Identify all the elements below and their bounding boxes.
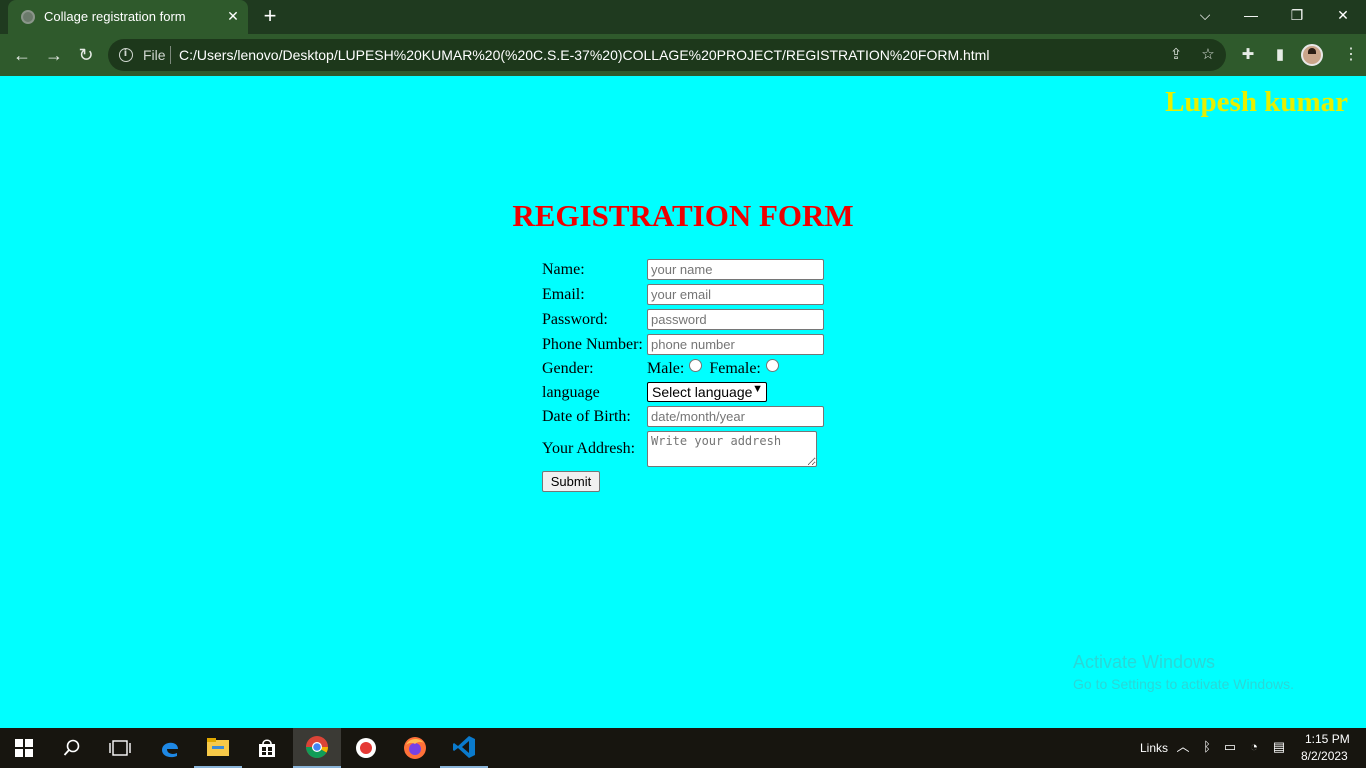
tab-title: Collage registration form — [44, 9, 186, 24]
minimize-button[interactable]: — — [1228, 0, 1274, 32]
edge-icon[interactable] — [146, 728, 194, 768]
male-radio[interactable] — [689, 359, 703, 372]
phone-label: Phone Number: — [542, 336, 643, 353]
gender-options: Male: Female: — [647, 359, 782, 378]
file-explorer-icon[interactable] — [194, 728, 242, 768]
wifi-icon[interactable]: ◔ — [1245, 738, 1263, 756]
browser-toolbar: ← → ↻ File C:/Users/lenovo/Desktop/LUPES… — [0, 34, 1366, 76]
address-label: Your Addresh: — [542, 440, 636, 457]
tab-search-chevron-icon[interactable]: ⌵ — [1182, 0, 1228, 32]
back-icon[interactable]: ← — [10, 43, 34, 67]
chevron-down-icon: ▼ — [752, 383, 763, 395]
tab-favicon-icon — [21, 10, 35, 24]
address-textarea[interactable] — [647, 431, 817, 467]
dob-label: Date of Birth: — [542, 408, 631, 425]
address-separator — [170, 46, 171, 64]
activate-windows-title: Activate Windows — [1073, 652, 1216, 672]
clock-time[interactable]: 1:15 PM — [1305, 732, 1350, 746]
forward-icon[interactable]: → — [42, 43, 66, 67]
chrome-icon[interactable] — [293, 728, 341, 768]
vscode-icon[interactable] — [440, 728, 488, 768]
info-icon[interactable] — [119, 48, 133, 62]
menu-icon[interactable]: ⋮ — [1343, 45, 1359, 65]
taskbar: Links ︿ ᛒ ▭ ◔ ▤ 1:15 PM 8/2/2023 — [0, 728, 1366, 768]
email-label: Email: — [542, 286, 585, 303]
clock-date[interactable]: 8/2/2023 — [1301, 749, 1348, 763]
name-label: Name: — [542, 261, 585, 278]
bluetooth-icon[interactable]: ᛒ — [1198, 738, 1216, 756]
page-content: Lupesh kumar REGISTRATION FORM Name: Ema… — [0, 76, 1366, 728]
language-select[interactable]: Select language ▼ — [647, 382, 767, 402]
email-input[interactable] — [647, 284, 824, 305]
profile-avatar[interactable] — [1301, 44, 1323, 66]
windows-start-icon[interactable] — [0, 728, 48, 768]
submit-button[interactable]: Submit — [542, 471, 600, 492]
extensions-icon[interactable]: ✚ — [1238, 45, 1258, 65]
share-icon[interactable]: ⇪ — [1166, 45, 1186, 65]
firefox-icon[interactable] — [391, 728, 439, 768]
tab-close-icon[interactable]: ✕ — [223, 6, 243, 26]
page-title: REGISTRATION FORM — [512, 198, 854, 233]
name-input[interactable] — [647, 259, 824, 280]
phone-input[interactable] — [647, 334, 824, 355]
male-label: Male: — [647, 360, 685, 377]
author-name: Lupesh kumar — [1165, 86, 1348, 118]
dob-input[interactable] — [647, 406, 824, 427]
reload-icon[interactable]: ↻ — [74, 43, 98, 67]
links-toolbar[interactable]: Links — [1140, 741, 1168, 755]
password-input[interactable] — [647, 309, 824, 330]
female-radio[interactable] — [765, 359, 779, 372]
browser-tab-strip: Collage registration form ✕ + ⌵ — ❐ ✕ — [0, 0, 1366, 34]
gender-label: Gender: — [542, 360, 594, 377]
password-label: Password: — [542, 311, 608, 328]
activate-windows-subtitle: Go to Settings to activate Windows. — [1073, 676, 1294, 692]
close-window-button[interactable]: ✕ — [1320, 0, 1366, 32]
restore-button[interactable]: ❐ — [1274, 0, 1320, 32]
chevron-up-icon[interactable]: ︿ — [1174, 738, 1192, 756]
battery-icon[interactable]: ▭ — [1221, 738, 1239, 756]
address-bar[interactable]: File C:/Users/lenovo/Desktop/LUPESH%20KU… — [108, 39, 1226, 71]
store-icon[interactable] — [243, 728, 291, 768]
record-icon[interactable] — [342, 728, 390, 768]
female-label: Female: — [709, 360, 761, 377]
browser-tab[interactable]: Collage registration form ✕ — [8, 0, 248, 34]
star-icon[interactable]: ☆ — [1198, 45, 1218, 65]
notifications-icon[interactable]: ▤ — [1270, 738, 1288, 756]
search-icon[interactable] — [48, 728, 96, 768]
url-text[interactable]: C:/Users/lenovo/Desktop/LUPESH%20KUMAR%2… — [179, 47, 989, 63]
side-panel-icon[interactable]: ▮ — [1270, 45, 1290, 65]
language-label: language — [542, 384, 600, 401]
registration-form: Name: Email: Password: Phone Number: Gen… — [542, 258, 842, 498]
scheme-label: File — [143, 47, 166, 63]
task-view-icon[interactable] — [96, 728, 144, 768]
new-tab-button[interactable]: + — [259, 5, 281, 28]
language-selected-value: Select language — [652, 384, 753, 400]
